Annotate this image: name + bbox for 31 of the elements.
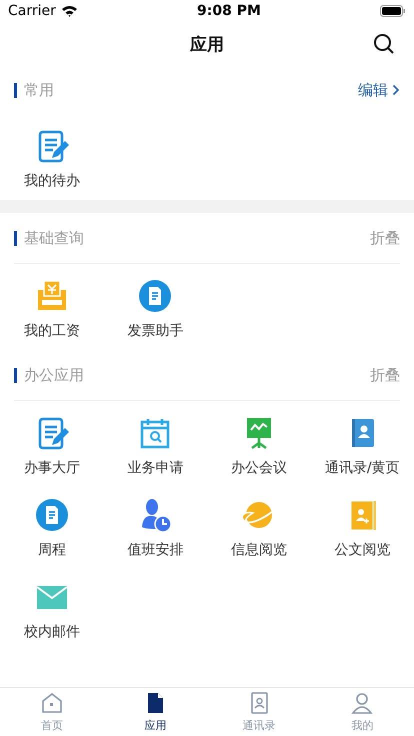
page-title: 应用 [190, 34, 224, 56]
app-shortcut[interactable]: 周程 [0, 487, 104, 569]
battery-icon [380, 5, 406, 17]
app-shortcut[interactable]: 发票助手 [104, 268, 207, 350]
section-accent [14, 368, 17, 382]
wifi-icon [60, 5, 78, 17]
section-accent [14, 230, 17, 246]
app-shortcut[interactable]: 办公会议 [207, 405, 310, 487]
app-shortcut[interactable]: 我的工资 [0, 268, 104, 350]
app-shortcut[interactable]: 我的待办 [0, 118, 104, 200]
app-shortcut[interactable]: 校内邮件 [0, 569, 104, 651]
document-icon [137, 278, 174, 314]
home-icon [40, 691, 64, 715]
edit-link[interactable]: 编辑 [358, 80, 400, 100]
app-shortcut[interactable]: 公文阅览 [310, 487, 414, 569]
tab-bar-item[interactable]: 应用 [104, 688, 207, 736]
app-shortcut[interactable]: 通讯录/黄页 [310, 405, 414, 487]
section-title: 常用 [24, 80, 54, 100]
app-shortcut[interactable]: 办事大厅 [0, 405, 104, 487]
section-title: 基础查询 [24, 228, 84, 248]
carrier-label: Carrier [8, 3, 56, 19]
app-shortcut[interactable]: 信息阅览 [207, 487, 310, 569]
chevron-icon [392, 84, 400, 96]
document-icon [34, 497, 70, 533]
person-icon [350, 691, 374, 715]
status-time: 9:08 PM [197, 3, 261, 19]
app-shortcut[interactable]: 业务申请 [104, 405, 207, 487]
section-title: 办公应用 [24, 366, 84, 384]
section-accent [14, 82, 17, 98]
search-icon[interactable] [372, 32, 396, 56]
app-shortcut[interactable]: 值班安排 [104, 487, 207, 569]
